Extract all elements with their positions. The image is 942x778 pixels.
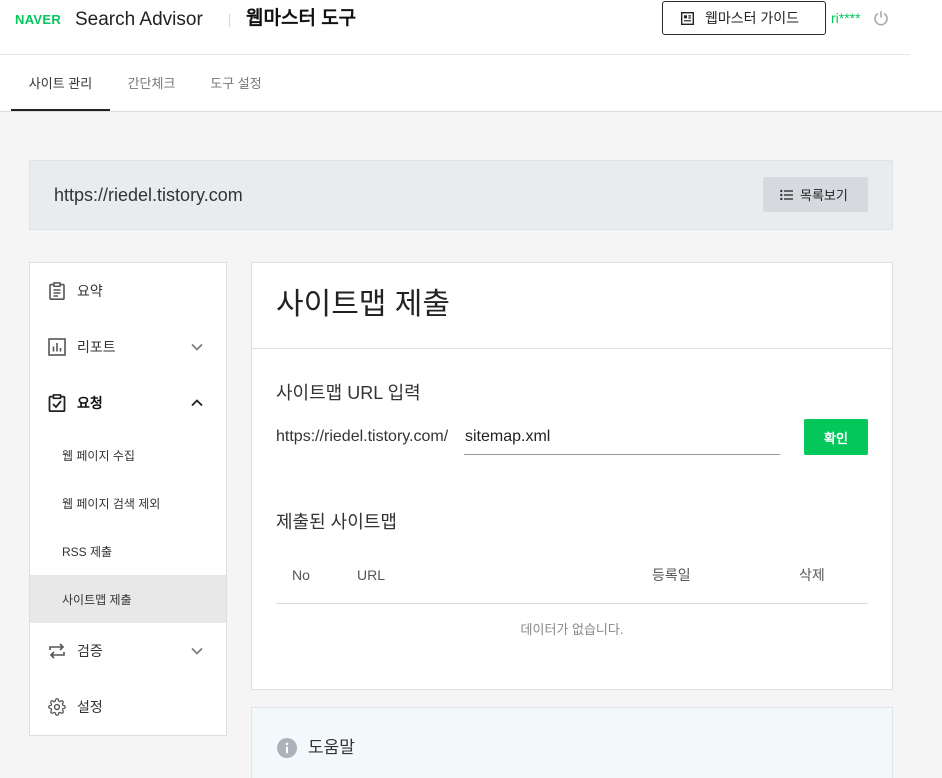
- column-header-delete: 삭제: [799, 567, 825, 583]
- sidebar-subitem-sitemap-submit[interactable]: 사이트맵 제출: [30, 575, 226, 623]
- guide-button-label: 웹마스터 가이드: [705, 10, 800, 26]
- tab-label: 도구 설정: [210, 75, 262, 91]
- tab-simple-check[interactable]: 간단체크: [110, 55, 193, 111]
- submitted-sitemaps-table: No URL 등록일 삭제 데이터가 없습니다.: [276, 547, 868, 657]
- sidebar-subitem-label: 사이트맵 제출: [62, 592, 132, 607]
- table-header-row: No URL 등록일 삭제: [276, 547, 868, 604]
- sidebar-item-label: 설정: [77, 699, 103, 715]
- sidebar-item-summary[interactable]: 요약: [30, 263, 226, 319]
- sitemap-url-heading: 사이트맵 URL 입력: [276, 383, 421, 403]
- site-url-prefix: https://riedel.tistory.com/: [276, 428, 449, 445]
- sidebar-item-request[interactable]: 요청: [30, 375, 226, 431]
- view-list-button[interactable]: 목록보기: [763, 177, 868, 212]
- guide-book-icon: [681, 11, 694, 25]
- sitemap-url-input[interactable]: [464, 419, 780, 455]
- sidebar-item-report[interactable]: 리포트: [30, 319, 226, 375]
- submitted-sitemaps-heading: 제출된 사이트맵: [276, 512, 397, 532]
- chevron-down-icon: [190, 645, 204, 657]
- title-separator: [229, 14, 230, 27]
- info-icon: [277, 738, 297, 758]
- sidebar-item-settings[interactable]: 설정: [30, 679, 226, 735]
- top-header: NAVER Search Advisor 웹마스터 도구 웹마스터 가이드 ri…: [0, 0, 942, 112]
- chevron-up-icon: [190, 397, 204, 409]
- clipboard-check-icon: [48, 394, 66, 412]
- tab-site-management[interactable]: 사이트 관리: [11, 55, 110, 111]
- sidebar-subitem-web-page-collection[interactable]: 웹 페이지 수집: [30, 431, 226, 479]
- swap-arrows-icon: [48, 642, 66, 660]
- sidebar-subitem-rss-submit[interactable]: RSS 제출: [30, 527, 226, 575]
- product-name[interactable]: Search Advisor: [75, 7, 203, 33]
- sidebar-item-label: 요청: [77, 395, 103, 411]
- help-panel: 도움말: [251, 707, 893, 778]
- clipboard-icon: [48, 282, 66, 300]
- naver-logo[interactable]: NAVER: [15, 11, 61, 29]
- user-id[interactable]: ri****: [831, 9, 861, 27]
- sidebar-subitem-label: 웹 페이지 수집: [62, 448, 135, 463]
- sidebar-nav: 요약 리포트 요청 웹 페이지 수집 웹 페이지 검색 제외 RSS 제출 사이…: [29, 262, 227, 736]
- power-icon[interactable]: [873, 10, 889, 26]
- sidebar-subitem-web-page-exclusion[interactable]: 웹 페이지 검색 제외: [30, 479, 226, 527]
- webmaster-guide-button[interactable]: 웹마스터 가이드: [662, 1, 826, 35]
- sitemap-submit-panel: 사이트맵 제출 사이트맵 URL 입력 https://riedel.tisto…: [251, 262, 893, 690]
- list-icon: [780, 189, 793, 200]
- page-title: 사이트맵 제출: [276, 288, 450, 321]
- help-title: 도움말: [308, 738, 355, 757]
- tab-label: 사이트 관리: [28, 75, 93, 91]
- sidebar-item-label: 요약: [77, 283, 103, 299]
- site-selector-bar: https://riedel.tistory.com 목록보기: [29, 160, 893, 230]
- confirm-button[interactable]: 확인: [804, 419, 868, 455]
- tab-label: 간단체크: [127, 75, 176, 91]
- sidebar-item-label: 리포트: [77, 339, 116, 355]
- tool-name: 웹마스터 도구: [246, 8, 357, 29]
- view-list-label: 목록보기: [800, 188, 848, 203]
- sidebar-subitem-label: 웹 페이지 검색 제외: [62, 496, 161, 511]
- empty-table-message: 데이터가 없습니다.: [520, 622, 624, 637]
- column-header-url: URL: [357, 567, 386, 583]
- sidebar-subitem-label: RSS 제출: [62, 544, 113, 559]
- tab-tool-settings[interactable]: 도구 설정: [193, 55, 279, 111]
- panel-header: 사이트맵 제출: [252, 263, 892, 349]
- main-tabs: 사이트 관리 간단체크 도구 설정: [11, 55, 279, 111]
- sidebar-item-verify[interactable]: 검증: [30, 623, 226, 679]
- sidebar-item-label: 검증: [77, 643, 103, 659]
- site-url: https://riedel.tistory.com: [54, 185, 243, 205]
- gear-icon: [48, 698, 66, 716]
- column-header-no: No: [292, 567, 310, 583]
- bar-chart-icon: [48, 338, 66, 356]
- column-header-date: 등록일: [652, 567, 691, 583]
- chevron-down-icon: [190, 341, 204, 353]
